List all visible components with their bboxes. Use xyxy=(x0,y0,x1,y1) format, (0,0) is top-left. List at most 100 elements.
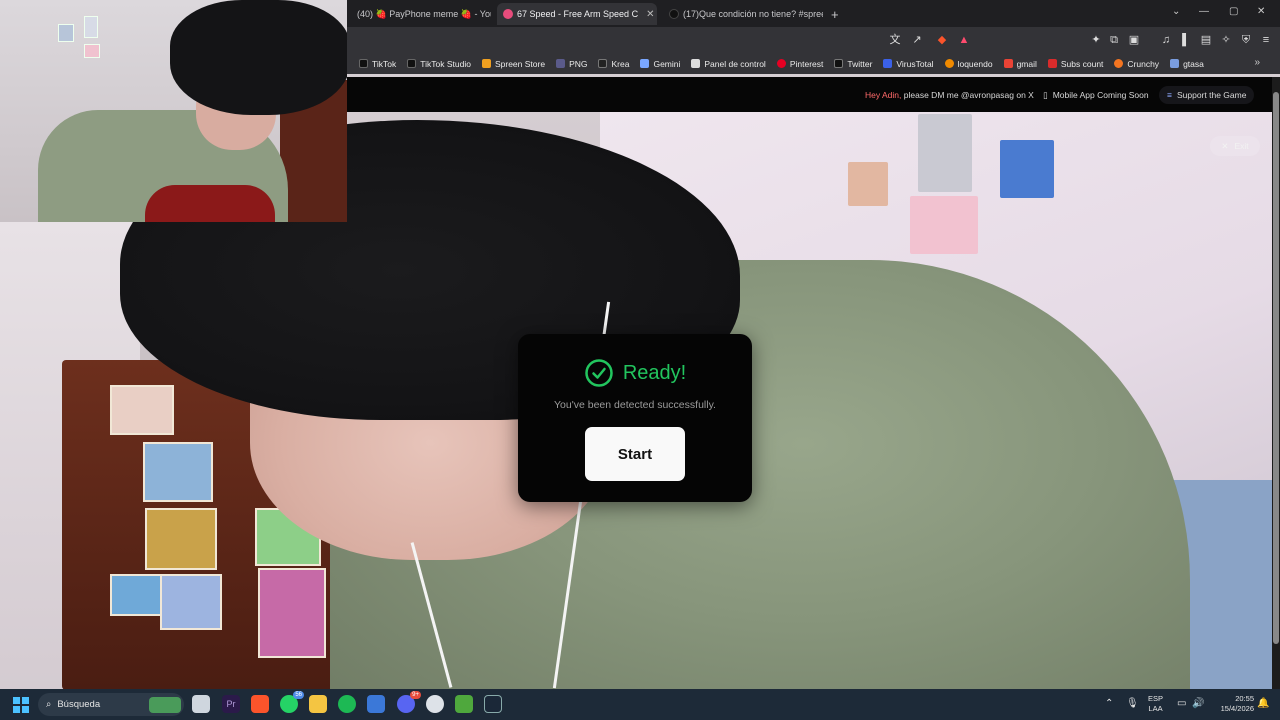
minecraft-icon[interactable] xyxy=(455,695,473,713)
translate-icon[interactable]: 文 xyxy=(888,33,902,47)
bookmark-gmail[interactable]: gmail xyxy=(1003,59,1037,69)
leo-ai-icon[interactable]: ✧ xyxy=(1219,33,1233,47)
search-highlight-icon xyxy=(149,696,181,713)
minimize-icon[interactable]: — xyxy=(1199,6,1209,17)
bookmark-label: Gemini xyxy=(653,58,681,69)
pip-poster xyxy=(84,16,98,38)
support-icon: ≡ xyxy=(1167,90,1172,100)
tab-payphone[interactable]: (40) 🍓 PayPhone meme 🍓 - YouTub xyxy=(351,3,491,25)
start-button[interactable]: Start xyxy=(585,427,685,481)
obs-icon[interactable] xyxy=(426,695,444,713)
tiktok-icon xyxy=(407,59,417,68)
pip-chair xyxy=(145,185,275,222)
plus-icon: + xyxy=(831,6,839,22)
mobile-app-button[interactable]: ▯ Mobile App Coming Soon xyxy=(1035,86,1157,104)
tab-title: (17)Que condición no tiene? #spreen xyxy=(683,9,823,19)
store-icon[interactable] xyxy=(367,695,385,713)
screenshot-icon[interactable]: ▣ xyxy=(1127,33,1141,47)
network-icon[interactable]: ▭ xyxy=(1177,698,1186,709)
crunchyroll-icon xyxy=(1114,59,1124,68)
clock-time: 20:55 xyxy=(1235,694,1254,703)
extension-icon[interactable]: ✦ xyxy=(1089,33,1103,47)
bookmark-label: PNG xyxy=(569,58,588,69)
bookmark-pinterest[interactable]: Pinterest xyxy=(776,58,824,69)
bookmark-tiktok[interactable]: TikTok xyxy=(359,59,396,69)
exit-label: Exit xyxy=(1234,141,1249,151)
bookmark-panel-de-control[interactable]: Panel de control xyxy=(691,59,766,69)
bookmark-label: TikTok Studio xyxy=(420,58,471,69)
media-icon[interactable]: ♫ xyxy=(1159,33,1173,47)
steam-icon[interactable] xyxy=(484,695,502,713)
greeting-text[interactable]: please DM me @avronpasag on X xyxy=(904,90,1034,100)
wall-poster xyxy=(848,162,888,206)
search-placeholder: Búsqueda xyxy=(57,699,101,710)
whatsapp-icon[interactable]: 56 xyxy=(280,691,304,713)
bookmark-tiktok-studio[interactable]: TikTok Studio xyxy=(407,59,471,69)
language-indicator[interactable]: ESP LAA xyxy=(1148,694,1163,714)
close-tab-icon[interactable]: ✕ xyxy=(646,9,654,20)
discord-icon[interactable]: 9+ xyxy=(397,691,421,713)
clock[interactable]: 20:55 15/4/2026 xyxy=(1210,694,1254,714)
bookmark-png[interactable]: PNG xyxy=(556,59,587,69)
bookmark-crunchy[interactable]: Crunchy xyxy=(1114,59,1159,69)
pip-hair xyxy=(170,0,347,115)
check-circle-icon xyxy=(585,359,613,387)
task-view-icon[interactable] xyxy=(192,695,210,713)
bookmark-krea[interactable]: Krea xyxy=(598,59,629,69)
tab-67-speed[interactable]: 67 Speed - Free Arm Speed C ✕ xyxy=(497,3,657,25)
exit-button[interactable]: ✕ Exit xyxy=(1210,136,1260,156)
brave-rewards-icon[interactable]: ▲ xyxy=(957,33,971,47)
tiktok-icon xyxy=(359,59,368,68)
close-window-icon[interactable]: ✕ xyxy=(1257,6,1265,17)
windows-start-icon[interactable] xyxy=(13,697,29,713)
new-tab-button[interactable]: + xyxy=(825,3,845,25)
ready-dialog: Ready! You've been detected successfully… xyxy=(518,334,752,502)
site-favicon-icon xyxy=(503,9,513,19)
png-icon xyxy=(556,59,566,68)
file-explorer-icon[interactable] xyxy=(309,695,327,713)
bookmark-loquendo[interactable]: loquendo xyxy=(944,59,993,69)
support-game-button[interactable]: ≡ Support the Game xyxy=(1159,86,1255,104)
tab-spreen[interactable]: (17)Que condición no tiene? #spreen xyxy=(663,3,823,25)
bookmark-subs-count[interactable]: Subs count xyxy=(1047,59,1103,69)
puzzle-icon[interactable]: ⧉ xyxy=(1107,33,1121,47)
bookmark-spreen-store[interactable]: Spreen Store xyxy=(481,59,545,69)
share-icon[interactable]: ↗ xyxy=(910,33,924,47)
microphone-icon[interactable]: 🎙 xyxy=(1126,698,1139,709)
bookmark-gtasa[interactable]: gtasa xyxy=(1170,59,1204,69)
bookmark-label: Krea xyxy=(611,58,630,69)
search-icon: ⌕ xyxy=(46,699,52,710)
premiere-pro-icon[interactable]: Pr xyxy=(222,695,240,713)
spotify-icon[interactable] xyxy=(338,695,356,713)
loquendo-icon xyxy=(944,59,954,68)
dialog-title-row: Ready! xyxy=(518,358,752,388)
tray-chevron-icon[interactable]: ⌃ xyxy=(1105,698,1113,709)
vpn-icon[interactable]: ⛨ xyxy=(1239,33,1253,47)
whatsapp-badge: 56 xyxy=(293,691,304,699)
notification-bell-icon[interactable]: 🔔 xyxy=(1257,698,1269,709)
bookmark-label: Pinterest xyxy=(789,58,824,69)
shelf-drawing xyxy=(145,508,217,570)
restore-icon[interactable]: ▢ xyxy=(1229,6,1238,17)
volume-icon[interactable]: 🔊 xyxy=(1192,698,1204,709)
mobile-app-label: Mobile App Coming Soon xyxy=(1052,90,1149,100)
gemini-icon xyxy=(640,59,650,68)
windows-taskbar: ⌕ Búsqueda Pr 56 9+ ⌃ 🎙 ESP LAA ▭ 🔊 20:5… xyxy=(0,689,1280,720)
dialog-message: You've been detected successfully. xyxy=(554,399,716,411)
brave-icon[interactable] xyxy=(251,695,269,713)
bookmark-gemini[interactable]: Gemini xyxy=(640,59,680,69)
menu-icon[interactable]: ≡ xyxy=(1259,33,1273,47)
tab-list-chevron-icon[interactable]: ⌄ xyxy=(1172,6,1180,17)
brave-shield-icon[interactable]: ◆ xyxy=(935,33,949,47)
scrollbar-thumb[interactable] xyxy=(1273,92,1279,644)
browser-tab-bar: (40) 🍓 PayPhone meme 🍓 - YouTub 67 Speed… xyxy=(347,0,1280,27)
bookmark-twitter[interactable]: Twitter xyxy=(834,59,872,69)
lang-code: ESP xyxy=(1148,694,1164,703)
taskbar-search[interactable]: ⌕ Búsqueda xyxy=(38,693,184,716)
sidebar-icon[interactable]: ▌ xyxy=(1179,33,1193,47)
wallet-icon[interactable]: ▤ xyxy=(1199,33,1213,47)
bookmark-virustotal[interactable]: VirusTotal xyxy=(883,58,934,69)
greeting-name: Hey Adin, xyxy=(865,90,902,100)
bookmark-label: VirusTotal xyxy=(896,58,934,69)
more-bookmarks-icon[interactable]: » xyxy=(1254,57,1260,68)
